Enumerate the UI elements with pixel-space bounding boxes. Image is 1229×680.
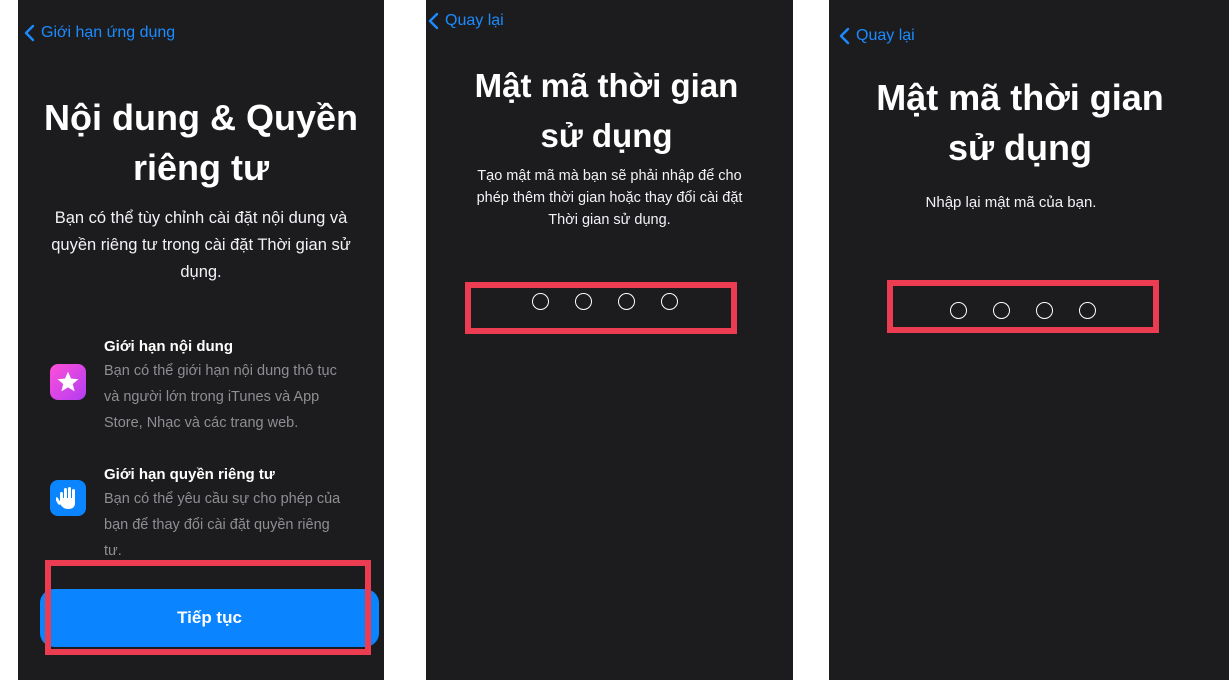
- feature-desc-line: Bạn có thể giới hạn nội dung thô tục: [104, 363, 337, 379]
- feature-title: Giới hạn quyền riêng tư: [104, 466, 275, 483]
- title-line: riêng tư: [132, 147, 270, 188]
- page-title: Mật mã thời gian sử dụng: [426, 61, 793, 161]
- back-button[interactable]: Giới hạn ứng dụng: [24, 24, 175, 42]
- highlight-box-passcode-confirm: [887, 280, 1159, 333]
- back-button[interactable]: Quay lại: [839, 27, 915, 45]
- page-title: Mật mã thời gian sử dụng: [829, 73, 1229, 173]
- feature-desc-line: Bạn có thể yêu cầu sự cho phép của: [104, 491, 341, 507]
- feature-description: Bạn có thể yêu cầu sự cho phép của bạn đ…: [104, 486, 376, 564]
- back-label: Quay lại: [445, 12, 504, 29]
- title-line: sử dụng: [540, 117, 673, 154]
- desc-line: phép thêm thời gian hoặc thay đổi cài đặ…: [476, 190, 743, 206]
- chevron-left-icon: [428, 12, 439, 30]
- feature-description: Bạn có thể giới hạn nội dung thô tục và …: [104, 358, 376, 436]
- back-label: Quay lại: [856, 27, 915, 44]
- title-line: Mật mã thời gian: [474, 67, 739, 104]
- desc-line: quyền riêng tư trong cài đặt Thời gian s…: [51, 236, 351, 254]
- feature-desc-line: và người lớn trong iTunes và App: [104, 389, 320, 405]
- title-line: Mật mã thời gian: [876, 77, 1164, 118]
- highlight-box-continue: [45, 560, 371, 655]
- screen-create-passcode: Quay lại Mật mã thời gian sử dụng Tạo mậ…: [426, 0, 793, 680]
- back-label: Giới hạn ứng dụng: [41, 24, 176, 41]
- desc-line: Bạn có thể tùy chỉnh cài đặt nội dung và: [54, 209, 348, 227]
- desc-line: dụng.: [180, 263, 222, 281]
- feature-desc-line: Store, Nhạc và các trang web.: [104, 415, 299, 431]
- hand-icon: [50, 480, 86, 516]
- title-line: Nội dung & Quyền: [44, 97, 358, 138]
- back-button[interactable]: Quay lại: [428, 12, 504, 30]
- desc-line: Nhập lại mật mã của bạn.: [925, 194, 1097, 211]
- title-line: sử dụng: [947, 127, 1093, 168]
- chevron-left-icon: [839, 27, 850, 45]
- chevron-left-icon: [24, 24, 35, 42]
- page-description: Bạn có thể tùy chỉnh cài đặt nội dung và…: [30, 205, 372, 286]
- page-description: Tạo mật mã mà bạn sẽ phải nhập để cho ph…: [440, 165, 779, 231]
- star-icon: [50, 364, 86, 400]
- page-description: Nhập lại mật mã của bạn.: [829, 191, 1193, 215]
- desc-line: Thời gian sử dụng.: [548, 212, 671, 228]
- desc-line: Tạo mật mã mà bạn sẽ phải nhập để cho: [477, 168, 742, 184]
- feature-title: Giới hạn nội dung: [104, 338, 233, 355]
- highlight-box-passcode: [465, 282, 737, 334]
- feature-desc-line: bạn để thay đổi cài đặt quyền riêng: [104, 517, 330, 533]
- screen-confirm-passcode: Quay lại Mật mã thời gian sử dụng Nhập l…: [829, 0, 1229, 680]
- page-title: Nội dung & Quyền riêng tư: [18, 93, 384, 193]
